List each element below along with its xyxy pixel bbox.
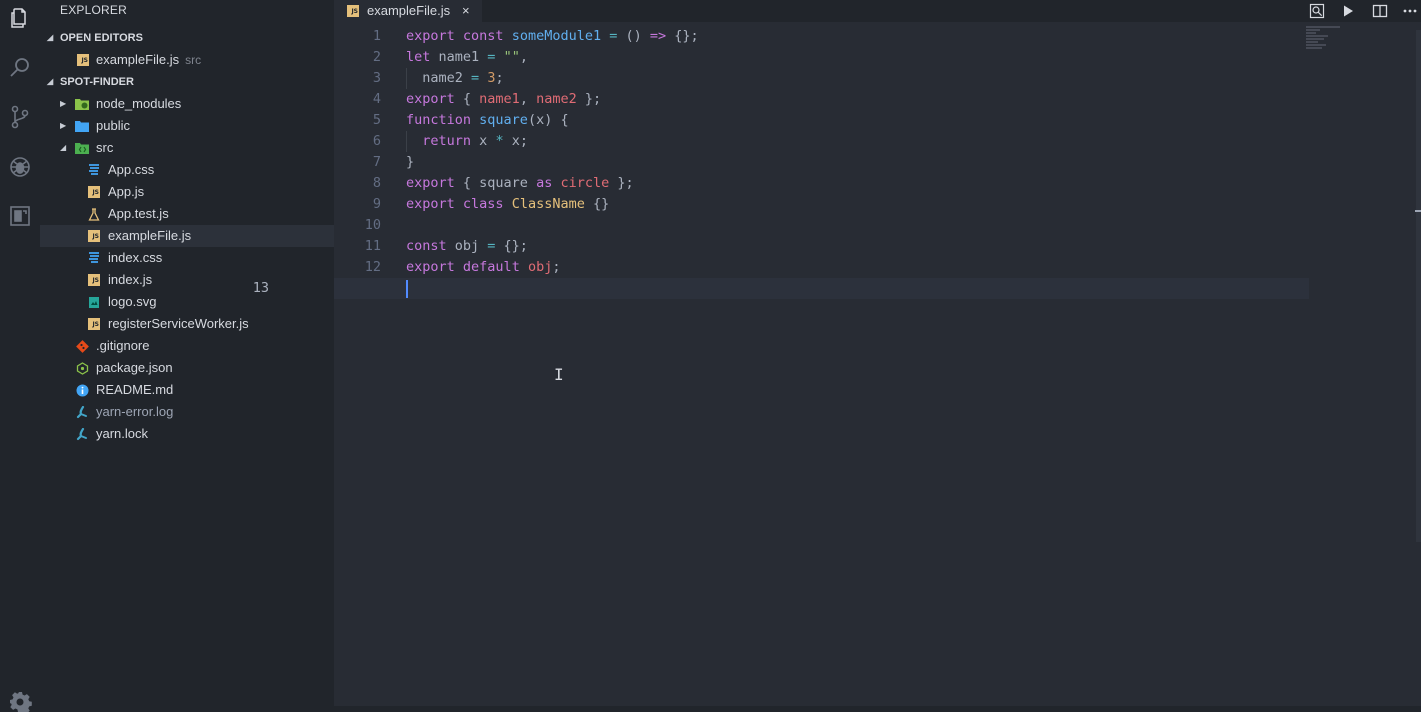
code-line: 2 let name1 = "", (372, 49, 528, 65)
mouse-ibeam-icon: I (554, 365, 564, 384)
more-actions-icon[interactable] (1401, 2, 1419, 20)
search-icon[interactable] (4, 52, 36, 84)
activity-bar (0, 0, 40, 712)
tree-file-app-test-js[interactable]: App.test.js (40, 203, 334, 225)
code-line: 11 const obj = {}; (364, 238, 528, 254)
js-file-icon: JS (87, 185, 101, 199)
split-editor-icon[interactable] (1371, 2, 1389, 20)
text-cursor (406, 280, 408, 298)
svg-file-icon (87, 295, 101, 309)
tree-file-package-json[interactable]: package.json (40, 357, 334, 379)
tree-file-registerserviceworker-js[interactable]: JS registerServiceWorker.js (40, 313, 334, 335)
caret-down-icon: ◢ (47, 33, 54, 42)
open-editor-item[interactable]: JS exampleFile.js src (40, 49, 334, 71)
code-line-current: 13 (253, 278, 1309, 299)
tree-file-yarn-lock[interactable]: yarn.lock (40, 423, 334, 445)
js-file-icon: JS (347, 5, 359, 17)
code-line: 5 function square(x) { (372, 112, 569, 128)
code-line: 1 export const someModule1 = () => {}; (372, 28, 699, 44)
info-icon (75, 383, 89, 397)
css-file-icon (87, 251, 101, 265)
open-preview-icon[interactable] (1308, 2, 1326, 20)
code-line: 7} (372, 154, 415, 170)
tab-examplefile-js[interactable]: JS exampleFile.js × (334, 0, 482, 22)
code-line: 6 return x * x; (334, 131, 1421, 152)
tree-file-gitignore[interactable]: .gitignore (40, 335, 334, 357)
tab-label: exampleFile.js (367, 3, 451, 18)
scroll-position-marker (1415, 210, 1421, 212)
code-line: 12 export default obj; (364, 259, 561, 275)
editor-area: JS exampleFile.js × 1 export const someMo… (253, 0, 1421, 712)
yarn-icon (75, 427, 89, 441)
tree-file-app-js[interactable]: JS App.js (40, 181, 334, 203)
tree-file-yarn-error-log[interactable]: yarn-error.log (40, 401, 334, 423)
tree-file-index-js[interactable]: JS index.js (40, 269, 334, 291)
tree-folder-node-modules[interactable]: ▶ node_modules (40, 93, 334, 115)
gear-icon[interactable] (4, 686, 36, 712)
folder-icon (75, 119, 89, 133)
tree-file-examplefile-js[interactable]: JS exampleFile.js (40, 225, 334, 247)
npm-icon (75, 361, 89, 375)
code-line: 9 export class ClassName {} (372, 196, 610, 212)
chevron-right-icon: ▶ (60, 99, 67, 108)
tree-file-logo-svg[interactable]: logo.svg (40, 291, 334, 313)
node-folder-icon (75, 97, 89, 111)
git-icon (75, 339, 89, 353)
test-file-icon (87, 207, 101, 221)
extensions-icon[interactable] (4, 200, 36, 232)
source-control-icon[interactable] (4, 101, 36, 133)
vertical-scrollbar[interactable] (1416, 30, 1421, 542)
minimap[interactable] (1306, 26, 1346, 56)
tree-file-readme-md[interactable]: README.md (40, 379, 334, 401)
code-editor[interactable]: 1 export const someModule1 = () => {}; 2l… (253, 26, 1421, 299)
code-line: 10 (364, 217, 381, 233)
js-file-icon: JS (87, 273, 101, 287)
tree-folder-src[interactable]: ◢ src (40, 137, 334, 159)
tab-bar: JS exampleFile.js × (334, 0, 1421, 22)
close-icon[interactable]: × (462, 0, 470, 21)
explorer-title: EXPLORER (60, 3, 127, 17)
code-line: 3 name2 = 3; (334, 68, 1421, 89)
status-strip (40, 706, 1421, 712)
css-file-icon (87, 163, 101, 177)
tree-folder-public[interactable]: ▶ public (40, 115, 334, 137)
tree-file-index-css[interactable]: index.css (40, 247, 334, 269)
yarn-icon (75, 405, 89, 419)
js-file-icon: JS (87, 317, 101, 331)
project-header[interactable]: ◢ SPOT-FINDER (40, 71, 334, 93)
open-editors-header[interactable]: ◢ OPEN EDITORS (40, 27, 334, 49)
chevron-down-icon: ◢ (60, 143, 67, 152)
files-icon[interactable] (4, 2, 36, 34)
caret-down-icon: ◢ (47, 77, 54, 86)
run-icon[interactable] (1339, 2, 1357, 20)
code-line: 4 export { name1, name2 }; (372, 91, 602, 107)
debug-icon[interactable] (4, 151, 36, 183)
explorer-sidebar: EXPLORER ◢ OPEN EDITORS JS exampleFile.j… (40, 0, 334, 712)
src-folder-icon (75, 141, 89, 155)
code-line: 8 export { square as circle }; (372, 175, 634, 191)
chevron-right-icon: ▶ (60, 121, 67, 130)
js-file-icon: JS (87, 229, 101, 243)
js-file-icon: JS (76, 53, 90, 67)
tree-file-app-css[interactable]: App.css (40, 159, 334, 181)
